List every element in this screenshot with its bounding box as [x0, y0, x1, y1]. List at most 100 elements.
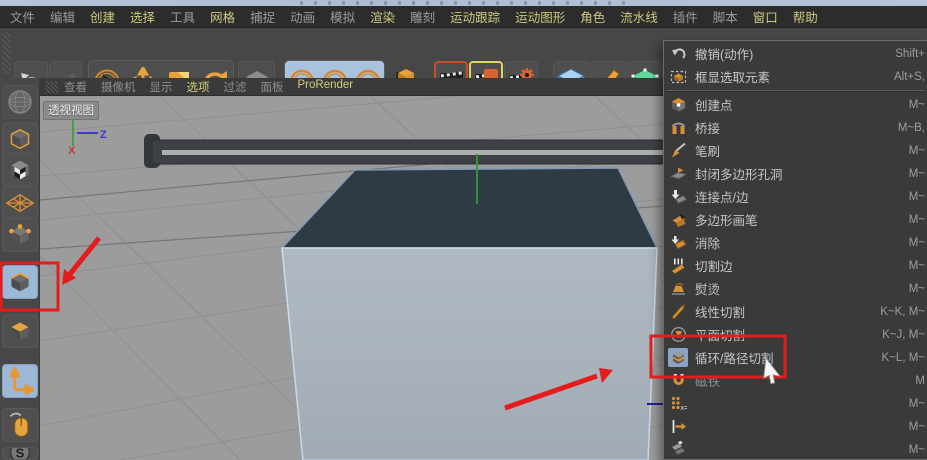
context-menu-shortcut: M~ [909, 283, 927, 295]
context-menu-item-循环/路径切割[interactable]: 循环/路径切割K~L, M~ [664, 346, 927, 369]
menubar-item-13[interactable]: 角色 [580, 7, 605, 26]
menubar-item-11[interactable]: 运动跟踪 [450, 7, 500, 26]
viewport-solo-button[interactable] [2, 408, 38, 442]
context-menu-shortcut: M~ [909, 237, 927, 249]
context-menu-shortcut: M~ [909, 99, 927, 111]
menubar-item-4[interactable]: 工具 [170, 7, 195, 26]
menubar-item-9[interactable]: 渲染 [370, 7, 395, 26]
context-menu-shortcut: M~ [909, 214, 927, 226]
context-menu-label: 创建点 [695, 95, 733, 114]
enable-axis-button[interactable] [2, 364, 38, 398]
viewport-menu-item-6[interactable]: ProRender [298, 79, 354, 95]
viewport-menu-item-2[interactable]: 显示 [150, 79, 173, 95]
mouse-icon [7, 411, 33, 439]
context-menu-label: 桥接 [695, 118, 720, 137]
planecut-icon [668, 325, 688, 344]
loopcut-icon [668, 348, 688, 367]
menubar-item-17[interactable]: 窗口 [753, 7, 778, 26]
context-menu-item-熨烫[interactable]: 熨烫 M~ [664, 277, 927, 300]
createpoint-icon [668, 95, 688, 114]
context-menu-label: 撤销(动作) [695, 44, 753, 63]
svg-text:x=: x= [680, 405, 687, 412]
points-mode-icon [6, 221, 34, 249]
undo-icon [668, 44, 688, 63]
viewport-menu-item-4[interactable]: 过滤 [224, 79, 247, 95]
points-mode-button[interactable] [2, 218, 38, 252]
context-menu-item-slide[interactable]: M~ [664, 415, 927, 438]
texture-mode-button[interactable] [2, 153, 38, 187]
menubar-item-7[interactable]: 动画 [290, 7, 315, 26]
brush-icon [668, 141, 688, 160]
context-menu-item-切割边[interactable]: 切割边M~ [664, 254, 927, 277]
model-mode-icon [6, 125, 34, 153]
context-menu-item-平面切割[interactable]: 平面切割 K~J, M~ [664, 323, 927, 346]
context-menu-item-创建点[interactable]: 创建点 M~ [664, 93, 927, 116]
context-menu-item-setpoint[interactable]: x=M~ [664, 392, 927, 415]
context-menu-label: 笔刷 [695, 141, 720, 160]
toolbar-grip[interactable] [2, 32, 11, 74]
context-menu-label: 平面切割 [695, 325, 745, 344]
context-menu-item-磁铁[interactable]: 磁铁M [664, 369, 927, 392]
context-menu-item-stitch[interactable]: M~ [664, 438, 927, 460]
context-menu-shortcut: K~J, M~ [882, 329, 927, 341]
menubar-item-8[interactable]: 模拟 [330, 7, 355, 26]
context-menu-label: 线性切割 [695, 302, 745, 321]
menubar-item-0[interactable]: 文件 [10, 7, 35, 26]
viewport-menu-item-5[interactable]: 面板 [261, 79, 284, 95]
menubar-item-5[interactable]: 网格 [210, 7, 235, 26]
context-menu-shortcut: M [915, 375, 927, 387]
axis-z-gizmo-label: Z [100, 129, 107, 141]
menubar-item-15[interactable]: 插件 [673, 7, 698, 26]
edge-mode-icon [6, 268, 34, 296]
slide-icon [668, 417, 688, 436]
magnet-icon [668, 371, 688, 390]
menubar-item-3[interactable]: 选择 [130, 7, 155, 26]
menubar-item-1[interactable]: 编辑 [50, 7, 75, 26]
context-menu-shortcut: M~ [909, 191, 927, 203]
setpoint-icon: x= [668, 394, 688, 413]
menubar-item-2[interactable]: 创建 [90, 7, 115, 26]
menubar-item-14[interactable]: 流水线 [620, 7, 658, 26]
context-menu-label: 多边形画笔 [695, 210, 758, 229]
context-menu-shortcut: M~B, [898, 122, 927, 134]
context-menu-item-框显选取元素[interactable]: 框显选取元素Alt+S, [664, 65, 927, 88]
context-menu-item-笔刷[interactable]: 笔刷M~ [664, 139, 927, 162]
polypen-icon [668, 210, 688, 229]
context-menu-item-多边形画笔[interactable]: 多边形画笔 M~ [664, 208, 927, 231]
cube-object[interactable] [282, 168, 657, 460]
viewport-menu-item-3[interactable]: 选项 [187, 79, 210, 95]
viewport-menu-item-0[interactable]: 查看 [64, 79, 87, 95]
context-menu-item-撤销(动作)[interactable]: 撤销(动作)Shift+ [664, 42, 927, 65]
snap-icon: S [7, 447, 33, 460]
polygon-mode-icon [6, 317, 34, 345]
context-menu-shortcut: M~ [909, 168, 927, 180]
context-menu-item-连接点/边[interactable]: 连接点/边 M~ [664, 185, 927, 208]
context-menu-item-线性切割[interactable]: 线性切割K~K, M~ [664, 300, 927, 323]
dissolve-icon [668, 233, 688, 252]
polygon-mode-button[interactable] [2, 314, 38, 348]
menubar-item-6[interactable]: 捕捉 [250, 7, 275, 26]
axis-icon [6, 367, 34, 395]
edge-mode-button[interactable] [2, 265, 38, 299]
model-mode-button[interactable] [2, 122, 38, 156]
context-menu-shortcut: M~ [909, 444, 927, 456]
context-menu-label: 熨烫 [695, 279, 720, 298]
context-menu-item-消除[interactable]: 消除 M~ [664, 231, 927, 254]
menubar-item-12[interactable]: 运动图形 [515, 7, 565, 26]
viewport-menu-grip[interactable] [45, 81, 58, 93]
context-menu-item-桥接[interactable]: 桥接 M~B, [664, 116, 927, 139]
context-menu-label: 连接点/边 [695, 187, 748, 206]
menubar-item-16[interactable]: 脚本 [713, 7, 738, 26]
make-editable-button[interactable] [2, 85, 38, 119]
axis-x-gizmo-label: X [68, 145, 76, 157]
menubar-item-10[interactable]: 雕刻 [410, 7, 435, 26]
snap-button[interactable]: S [2, 447, 38, 460]
bridge-icon [668, 118, 688, 137]
context-menu-label: 消除 [695, 233, 720, 252]
menubar-item-18[interactable]: 帮助 [793, 7, 818, 26]
workplane-mode-button[interactable] [2, 186, 38, 220]
closehole-icon [668, 164, 688, 183]
context-menu-item-封闭多边形孔洞[interactable]: 封闭多边形孔洞M~ [664, 162, 927, 185]
viewport-menu-item-1[interactable]: 摄像机 [101, 79, 136, 95]
context-menu-shortcut: M~ [909, 260, 927, 272]
